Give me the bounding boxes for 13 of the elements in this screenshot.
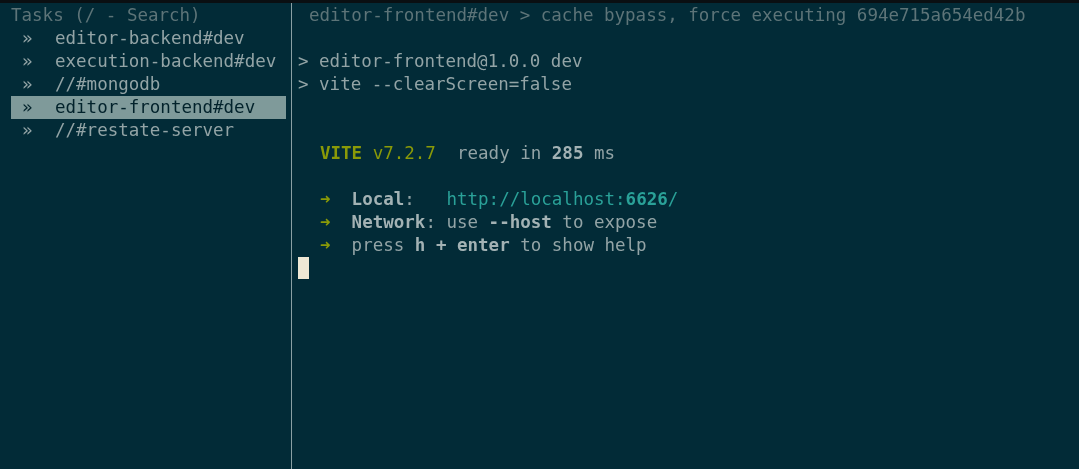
- panel-title: Tasks (/ - Search): [11, 4, 202, 27]
- task-item[interactable]: » //#restate-server: [11, 119, 286, 142]
- output-line: ➜ press h + enter to show help: [319, 234, 647, 257]
- command-line: > editor-frontend@1.0.0 dev: [298, 50, 583, 73]
- task-header: editor-frontend#dev > cache bypass, force executing 694e715a654ed42b: [308, 4, 1027, 27]
- output-line: VITE v7.2.7 ready in 285 ms: [319, 142, 616, 165]
- task-item[interactable]: » execution-backend#dev: [11, 50, 286, 73]
- task-item[interactable]: » //#mongodb: [11, 73, 286, 96]
- output-line: ➜ Local: http://localhost:6626/: [319, 188, 679, 211]
- task-item[interactable]: » editor-frontend#dev: [11, 96, 286, 119]
- task-item[interactable]: » editor-backend#dev: [11, 27, 286, 50]
- output-line: ➜ Network: use --host to expose: [319, 211, 658, 234]
- command-line: > vite --clearScreen=false: [298, 73, 572, 96]
